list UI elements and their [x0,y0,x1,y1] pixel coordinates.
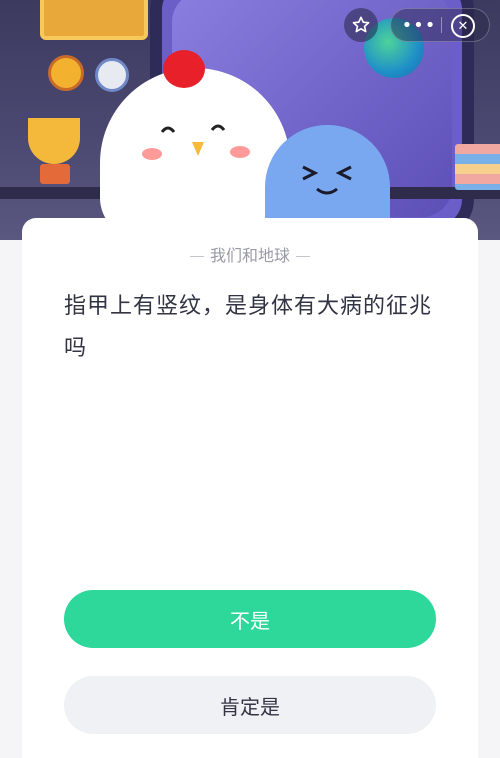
trophy-frame-illustration [40,0,148,40]
trophy-cup-icon [28,118,80,164]
close-icon: ✕ [451,14,475,38]
capsule-menu: ••• ✕ [390,8,490,42]
star-icon[interactable] [344,8,378,42]
title-dash-left [189,256,204,257]
chick-comb [163,50,205,88]
more-options-icon[interactable]: ••• [399,9,439,41]
capsule-divider [441,17,442,33]
answer-option-yes[interactable]: 肯定是 [64,676,436,734]
books-illustration [455,144,500,190]
answer-option-no[interactable]: 不是 [64,590,436,648]
gold-medal-icon [48,55,84,91]
title-dash-right [296,256,310,257]
close-button[interactable]: ✕ [449,12,477,40]
chick-mascot [100,68,290,238]
trophy-base [40,164,70,184]
question-text: 指甲上有竖纹，是身体有大病的征兆吗 [64,294,433,361]
chick-face [142,124,250,160]
topic-label: 我们和地球 [209,246,290,265]
top-actions: ••• ✕ [344,8,490,42]
question-card: 我们和地球 指甲上有竖纹，是身体有大病的征兆吗 不是 肯定是 [22,218,478,758]
topic-title: 我们和地球 [22,242,478,266]
